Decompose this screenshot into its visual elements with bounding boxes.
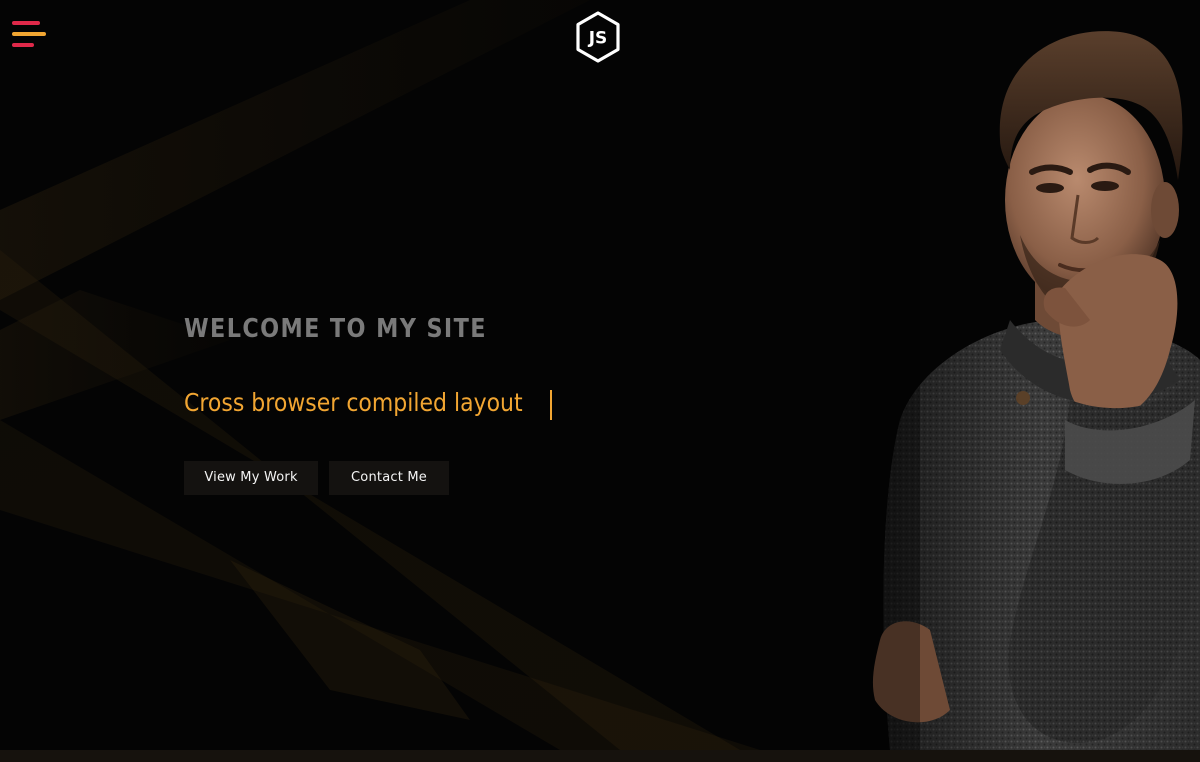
bottom-edge-strip bbox=[0, 750, 1200, 762]
menu-button[interactable] bbox=[12, 21, 48, 51]
js-hexagon-logo-icon: JS bbox=[576, 11, 620, 63]
typed-tagline: Cross browser compiled layout bbox=[184, 388, 523, 417]
site-logo[interactable]: JS bbox=[575, 11, 621, 63]
hero-section: WELCOME TO MY SITE Cross browser compile… bbox=[184, 310, 784, 495]
man-portrait-image bbox=[860, 20, 1200, 750]
logo-text: JS bbox=[588, 29, 608, 49]
welcome-heading: WELCOME TO MY SITE bbox=[184, 314, 487, 344]
contact-me-button[interactable]: Contact Me bbox=[329, 461, 449, 495]
landing-page: JS WELCOME TO MY SITE Cross browser comp… bbox=[0, 0, 1200, 762]
typing-caret bbox=[550, 390, 552, 420]
tagline-row: Cross browser compiled layout bbox=[184, 383, 784, 423]
view-my-work-button[interactable]: View My Work bbox=[184, 461, 318, 495]
